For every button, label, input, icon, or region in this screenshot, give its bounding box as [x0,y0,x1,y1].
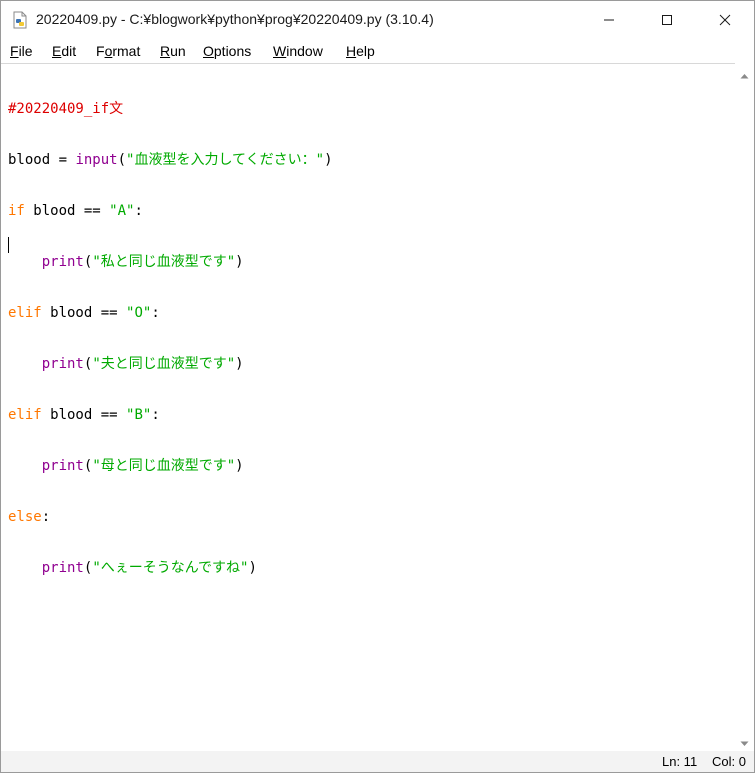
menu-file[interactable]: File [10,43,33,59]
builtin-token: print [41,254,84,270]
keyword-token: elif [8,305,42,321]
string-token: "私と同じ血液型です" [92,254,236,270]
minimize-icon [603,11,615,30]
status-line-number: Ln: 11 [662,754,698,769]
window-title: 20220409.py - C:¥blogwork¥python¥prog¥20… [36,11,434,27]
code-line-1: #20220409_if文 [8,101,333,118]
paren-token: ) [235,458,244,474]
close-button[interactable] [696,1,754,39]
menu-edit-label: dit [61,43,77,59]
string-token: "A" [109,203,135,219]
menu-window-accelerator: W [273,43,287,59]
menu-run-accelerator: R [160,43,171,59]
menu-window-label: indow [286,43,323,59]
code-token: blood == [41,407,127,423]
colon-token: : [134,203,143,219]
menu-help[interactable]: Help [346,43,375,59]
builtin-token: print [41,560,84,576]
code-line-5: elif blood == "O": [8,305,333,322]
keyword-token: if [8,203,25,219]
scroll-up-arrow-icon [740,64,749,83]
menu-format-label-start: F [96,43,105,59]
comment-token: #20220409_if文 [8,101,124,117]
scroll-up-button[interactable] [735,65,754,81]
menu-run-label: un [170,43,186,59]
indent-token [8,254,42,270]
maximize-icon [661,11,673,30]
scroll-down-button[interactable] [735,733,754,749]
menu-options[interactable]: Options [203,43,251,59]
menu-help-label: elp [356,43,375,59]
colon-token: : [41,509,51,525]
menu-window[interactable]: Window [273,43,323,59]
code-line-8: print("母と同じ血液型です") [8,458,333,475]
menu-options-label: ptions [213,43,252,59]
title-bar[interactable]: 20220409.py - C:¥blogwork¥python¥prog¥20… [1,1,754,39]
minimize-button[interactable] [580,1,638,39]
paren-token: ) [248,560,257,576]
menu-options-accelerator: O [203,43,214,59]
python-idle-icon [12,11,28,29]
code-line-9: else: [8,509,333,526]
code-line-7: elif blood == "B": [8,407,333,424]
vertical-scrollbar[interactable] [735,63,754,751]
keyword-token: else [8,509,42,525]
menu-edit-accelerator: E [52,43,62,59]
maximize-button[interactable] [638,1,696,39]
code-line-4: print("私と同じ血液型です") [8,254,333,271]
string-token: "O" [126,305,152,321]
menu-help-accelerator: H [346,43,357,59]
status-column-number: Col: 0 [712,754,746,769]
code-line-2: blood = input("血液型を入力してください：") [8,152,333,169]
code-line-10: print("へぇーそうなんですね") [8,560,333,577]
code-token: blood = [8,152,76,168]
code-line-3: if blood == "A": [8,203,333,220]
code-text[interactable]: #20220409_if文 blood = input("血液型を入力してくださ… [8,67,333,611]
paren-token: ( [117,152,127,168]
code-token: blood == [24,203,110,219]
keyword-token: elif [8,407,42,423]
idle-editor-window: 20220409.py - C:¥blogwork¥python¥prog¥20… [0,0,755,773]
builtin-token: print [41,356,84,372]
string-token: "B" [126,407,152,423]
scroll-down-arrow-icon [740,732,749,751]
string-token: "夫と同じ血液型です" [92,356,236,372]
indent-token [8,356,42,372]
colon-token: : [151,407,160,423]
menu-file-accelerator: F [10,43,19,59]
status-bar: Ln: 11 Col: 0 [1,751,754,772]
indent-token [8,458,42,474]
code-line-6: print("夫と同じ血液型です") [8,356,333,373]
code-editor[interactable]: #20220409_if文 blood = input("血液型を入力してくださ… [1,63,735,752]
menu-format-label: rmat [112,43,141,59]
string-token: "母と同じ血液型です" [92,458,236,474]
paren-token: ) [235,254,244,270]
builtin-token: input [75,152,118,168]
indent-token [8,560,42,576]
text-cursor [8,237,9,253]
code-token: blood == [41,305,127,321]
colon-token: : [151,305,160,321]
menu-edit[interactable]: Edit [52,43,76,59]
menu-file-label: ile [18,43,33,59]
close-icon [719,11,731,30]
builtin-token: print [41,458,84,474]
menu-run[interactable]: Run [160,43,186,59]
menu-bar: File Edit Format Run Options Window Help [1,39,754,63]
string-token: "血液型を入力してください：" [126,152,325,168]
string-token: "へぇーそうなんですね" [92,560,249,576]
paren-token: ) [324,152,333,168]
menu-format[interactable]: Format [96,43,140,59]
paren-token: ) [235,356,244,372]
